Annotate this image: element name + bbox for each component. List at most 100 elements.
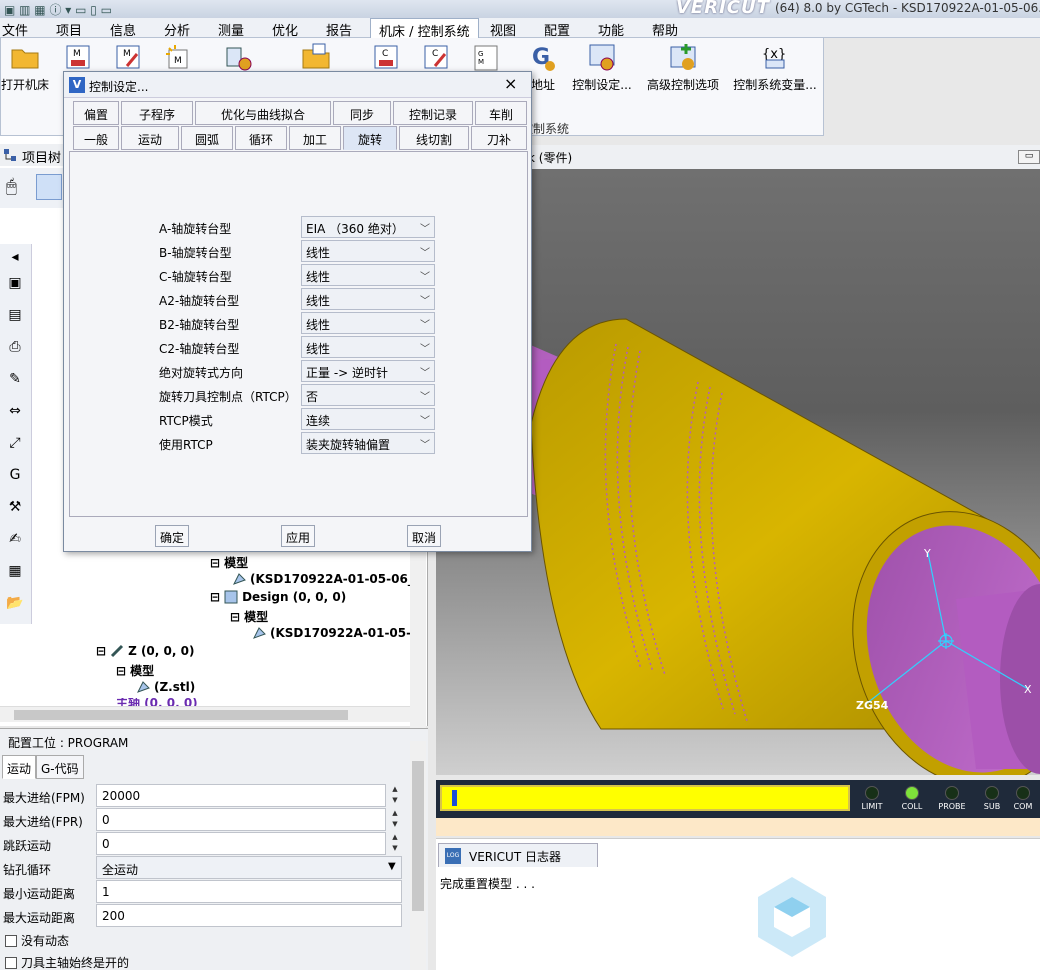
- use-rtcp-select[interactable]: 装夹旋转轴偏置 ﹀: [301, 432, 435, 454]
- tab-g-code[interactable]: G-代码: [36, 755, 84, 779]
- screen-icon[interactable]: ▤: [4, 304, 26, 326]
- ok-button[interactable]: 确定: [155, 525, 189, 547]
- printer-icon[interactable]: ⎙: [4, 336, 26, 358]
- g-code-icon[interactable]: G: [4, 464, 26, 486]
- rapid-input[interactable]: 0: [96, 832, 386, 855]
- window-title: (64) 8.0 by CGTech - KSD170922A-01-05-06…: [775, 1, 1040, 15]
- menu-file[interactable]: 文件: [2, 20, 28, 39]
- log-tab[interactable]: LOG VERICUT 日志器: [438, 843, 598, 867]
- open-machine-button[interactable]: 打开机床: [1, 42, 49, 93]
- max-feed-fpm-input[interactable]: 20000: [96, 784, 386, 807]
- abs-rotary-direction-select[interactable]: 正量 -> 逆时针 ﹀: [301, 360, 435, 382]
- menu-info[interactable]: 信息: [110, 20, 136, 39]
- config-vertical-scrollbar[interactable]: [410, 741, 426, 970]
- rapid-stepper[interactable]: ▲ ▼: [388, 832, 402, 855]
- b-axis-type-select[interactable]: 线性 ﹀: [301, 240, 435, 262]
- distance-icon[interactable]: ⇔: [4, 400, 26, 422]
- advanced-control-options-button[interactable]: 高级控制选项: [645, 42, 721, 93]
- tree-node-stl-3[interactable]: (Z.stl): [136, 680, 195, 694]
- menu-view[interactable]: 视图: [490, 20, 516, 39]
- log-text: 完成重置模型 . . .: [440, 877, 535, 891]
- tree-horizontal-scrollbar[interactable]: [0, 706, 410, 722]
- control-save-icon: C: [374, 45, 398, 69]
- row-c2-axis-type: C2-轴旋转台型 线性 ﹀: [70, 335, 529, 359]
- control-settings-button[interactable]: 控制设定...: [571, 42, 633, 93]
- menu-report[interactable]: 报告: [326, 20, 352, 39]
- c-axis-type-select[interactable]: 线性 ﹀: [301, 264, 435, 286]
- max-feed-fpr-stepper[interactable]: ▲ ▼: [388, 808, 402, 831]
- tree-node-model-1[interactable]: ⊟ 模型: [210, 554, 248, 571]
- tree-node-model-2[interactable]: ⊟ 模型: [230, 608, 268, 625]
- tab-general[interactable]: 一般: [73, 126, 119, 150]
- tab-offsets[interactable]: 偏置: [73, 101, 119, 125]
- apply-button[interactable]: 应用: [281, 525, 315, 547]
- rtcp-select[interactable]: 否 ﹀: [301, 384, 435, 406]
- nc-program-icon[interactable]: ✍: [4, 528, 26, 550]
- dialog-title: 控制设定...: [89, 80, 149, 94]
- tree-node-stl-2[interactable]: (KSD170922A-01-05-0: [252, 626, 419, 640]
- cancel-button[interactable]: 取消: [407, 525, 441, 547]
- status-strip: LIMIT COLL PROBE SUB COM: [436, 780, 1040, 818]
- axis-icon[interactable]: ⤢: [4, 432, 26, 454]
- menu-optimize[interactable]: 优化: [272, 20, 298, 39]
- menu-project[interactable]: 项目: [56, 20, 82, 39]
- variables-icon: {x}: [762, 47, 786, 69]
- menu-machine-control[interactable]: 机床 / 控制系统: [370, 18, 479, 40]
- simulation-progress-bar[interactable]: [440, 785, 850, 811]
- menu-help[interactable]: 帮助: [652, 20, 678, 39]
- spindle-always-on-checkbox[interactable]: 刀具主轴始终是开的: [5, 954, 129, 970]
- no-dynamics-checkbox[interactable]: 没有动态: [5, 932, 69, 949]
- tree-node-z[interactable]: ⊟ Z (0, 0, 0): [96, 644, 194, 658]
- tab-cutter-comp[interactable]: 刀补: [471, 126, 527, 150]
- chevron-down-icon: ﹀: [420, 224, 430, 235]
- tab-turning[interactable]: 车削: [475, 101, 527, 125]
- menu-analysis[interactable]: 分析: [164, 20, 190, 39]
- subroutine-icon[interactable]: ▦: [4, 560, 26, 582]
- tree-node-stl-1[interactable]: (KSD170922A-01-05-06_1: [232, 572, 422, 586]
- tree-node-model-3[interactable]: ⊟ 模型: [116, 662, 154, 679]
- a-axis-type-select[interactable]: EIA （360 绝对） ﹀: [301, 216, 435, 238]
- max-feed-fpr-input[interactable]: 0: [96, 808, 386, 831]
- tab-control-record[interactable]: 控制记录: [393, 101, 473, 125]
- menu-config[interactable]: 配置: [544, 20, 570, 39]
- menu-function[interactable]: 功能: [598, 20, 624, 39]
- b2-axis-type-select[interactable]: 线性 ﹀: [301, 312, 435, 334]
- tab-motion[interactable]: 运动: [121, 126, 179, 150]
- tab-machining[interactable]: 加工: [289, 126, 341, 150]
- control-variables-button[interactable]: {x} 控制系统变量...: [733, 42, 817, 93]
- max-feed-fpm-stepper[interactable]: ▲ ▼: [388, 784, 402, 807]
- limit-indicator: LIMIT: [854, 786, 890, 811]
- tab-rotary[interactable]: 旋转: [343, 126, 397, 150]
- drill-cycle-select[interactable]: 全运动: [96, 856, 402, 879]
- x-axis-label: X: [1024, 683, 1032, 696]
- quick-access-icons[interactable]: ▣ ▥ ▦ ⓘ ▾ ▭ ▯ ▭: [4, 1, 112, 18]
- chevron-down-icon: ﹀: [420, 272, 430, 283]
- rtcp-mode-select[interactable]: 连续 ﹀: [301, 408, 435, 430]
- tree-node-spindle[interactable]: 主轴 (0, 0, 0): [116, 698, 198, 706]
- tab-cycles[interactable]: 循环: [235, 126, 287, 150]
- open-folder-icon[interactable]: 📂: [4, 592, 26, 614]
- tree-node-design[interactable]: ⊟ Design (0, 0, 0): [210, 590, 346, 604]
- tab-sync[interactable]: 同步: [333, 101, 391, 125]
- c2-axis-type-select[interactable]: 线性 ﹀: [301, 336, 435, 358]
- tab-subroutines[interactable]: 子程序: [121, 101, 193, 125]
- viewport-minimize-button[interactable]: ▭: [1018, 150, 1040, 164]
- list-view-icon[interactable]: [36, 174, 62, 200]
- tool-icon[interactable]: ⚒: [4, 496, 26, 518]
- collapse-arrow-icon[interactable]: ◂: [4, 246, 26, 268]
- tab-wire-edm[interactable]: 线切割: [399, 126, 469, 150]
- dialog-title-bar[interactable]: V 控制设定... ×: [64, 72, 531, 98]
- tab-arc[interactable]: 圆弧: [181, 126, 233, 150]
- min-distance-input[interactable]: 1: [96, 880, 402, 903]
- tab-optimize-curve-fit[interactable]: 优化与曲线拟合: [195, 101, 331, 125]
- close-icon[interactable]: ×: [504, 74, 517, 93]
- word-format-icon: GM: [474, 45, 498, 71]
- advanced-control-icon: [670, 44, 696, 70]
- a2-axis-type-select[interactable]: 线性 ﹀: [301, 288, 435, 310]
- max-distance-input[interactable]: 200: [96, 904, 402, 927]
- folder-edit-icon[interactable]: ✎: [4, 368, 26, 390]
- mouse-icon[interactable]: 🖱: [6, 176, 17, 197]
- menu-measure[interactable]: 测量: [218, 20, 244, 39]
- tab-motion[interactable]: 运动: [2, 755, 37, 779]
- machine-icon[interactable]: ▣: [4, 272, 26, 294]
